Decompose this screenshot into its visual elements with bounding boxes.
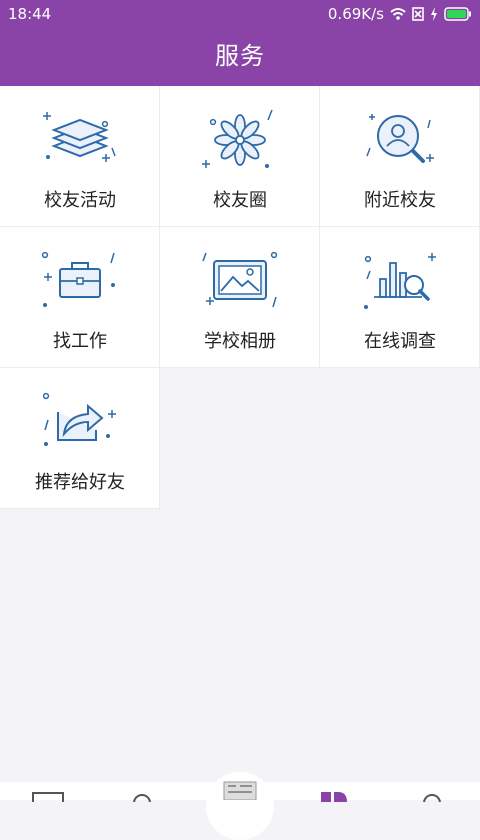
service-label: 在线调查 <box>364 331 436 352</box>
service-label: 推荐给好友 <box>35 472 125 493</box>
tab-profile-icon[interactable] <box>422 792 442 802</box>
tab-home-icon[interactable] <box>32 792 64 802</box>
service-online-survey[interactable]: 在线调查 <box>320 227 480 368</box>
photo-icon <box>202 251 278 308</box>
chart-search-icon <box>364 253 436 309</box>
service-recommend-friend[interactable]: 推荐给好友 <box>0 368 160 509</box>
page-title: 服务 <box>215 42 265 70</box>
service-alumni-activity[interactable]: 校友活动 <box>0 86 160 227</box>
status-time: 18:44 <box>8 5 52 23</box>
wifi-icon <box>390 8 406 20</box>
service-school-album[interactable]: 学校相册 <box>160 227 320 368</box>
status-bar: 18:44 0.69K/s <box>0 0 480 28</box>
search-person-icon <box>366 114 434 163</box>
service-label: 校友圈 <box>213 190 267 211</box>
network-speed: 0.69K/s <box>327 5 384 23</box>
service-grid: 校友活动 校友圈 附近校友 找工作 学校相册 在线调查 推荐给好友 <box>0 86 480 509</box>
charging-icon <box>431 7 437 21</box>
service-find-job[interactable]: 找工作 <box>0 227 160 368</box>
sim-icon <box>412 7 424 21</box>
battery-icon <box>444 7 471 21</box>
status-right: 0.69K/s <box>328 0 472 28</box>
service-nearby-alumni[interactable]: 附近校友 <box>320 86 480 227</box>
school-logo-icon <box>223 781 257 801</box>
center-logo-button[interactable] <box>206 772 274 840</box>
layers-icon <box>43 112 116 162</box>
header-bar: 18:44 0.69K/s 服务 <box>0 0 480 86</box>
flower-icon <box>202 109 273 168</box>
service-label: 找工作 <box>53 331 107 352</box>
briefcase-icon <box>41 251 115 307</box>
service-alumni-circle[interactable]: 校友圈 <box>160 86 320 227</box>
service-label: 附近校友 <box>364 190 436 211</box>
tab-services-icon[interactable] <box>320 792 348 802</box>
tab-search-icon[interactable] <box>132 792 152 802</box>
service-label: 校友活动 <box>44 190 116 211</box>
share-icon <box>42 392 116 446</box>
service-label: 学校相册 <box>204 331 276 352</box>
